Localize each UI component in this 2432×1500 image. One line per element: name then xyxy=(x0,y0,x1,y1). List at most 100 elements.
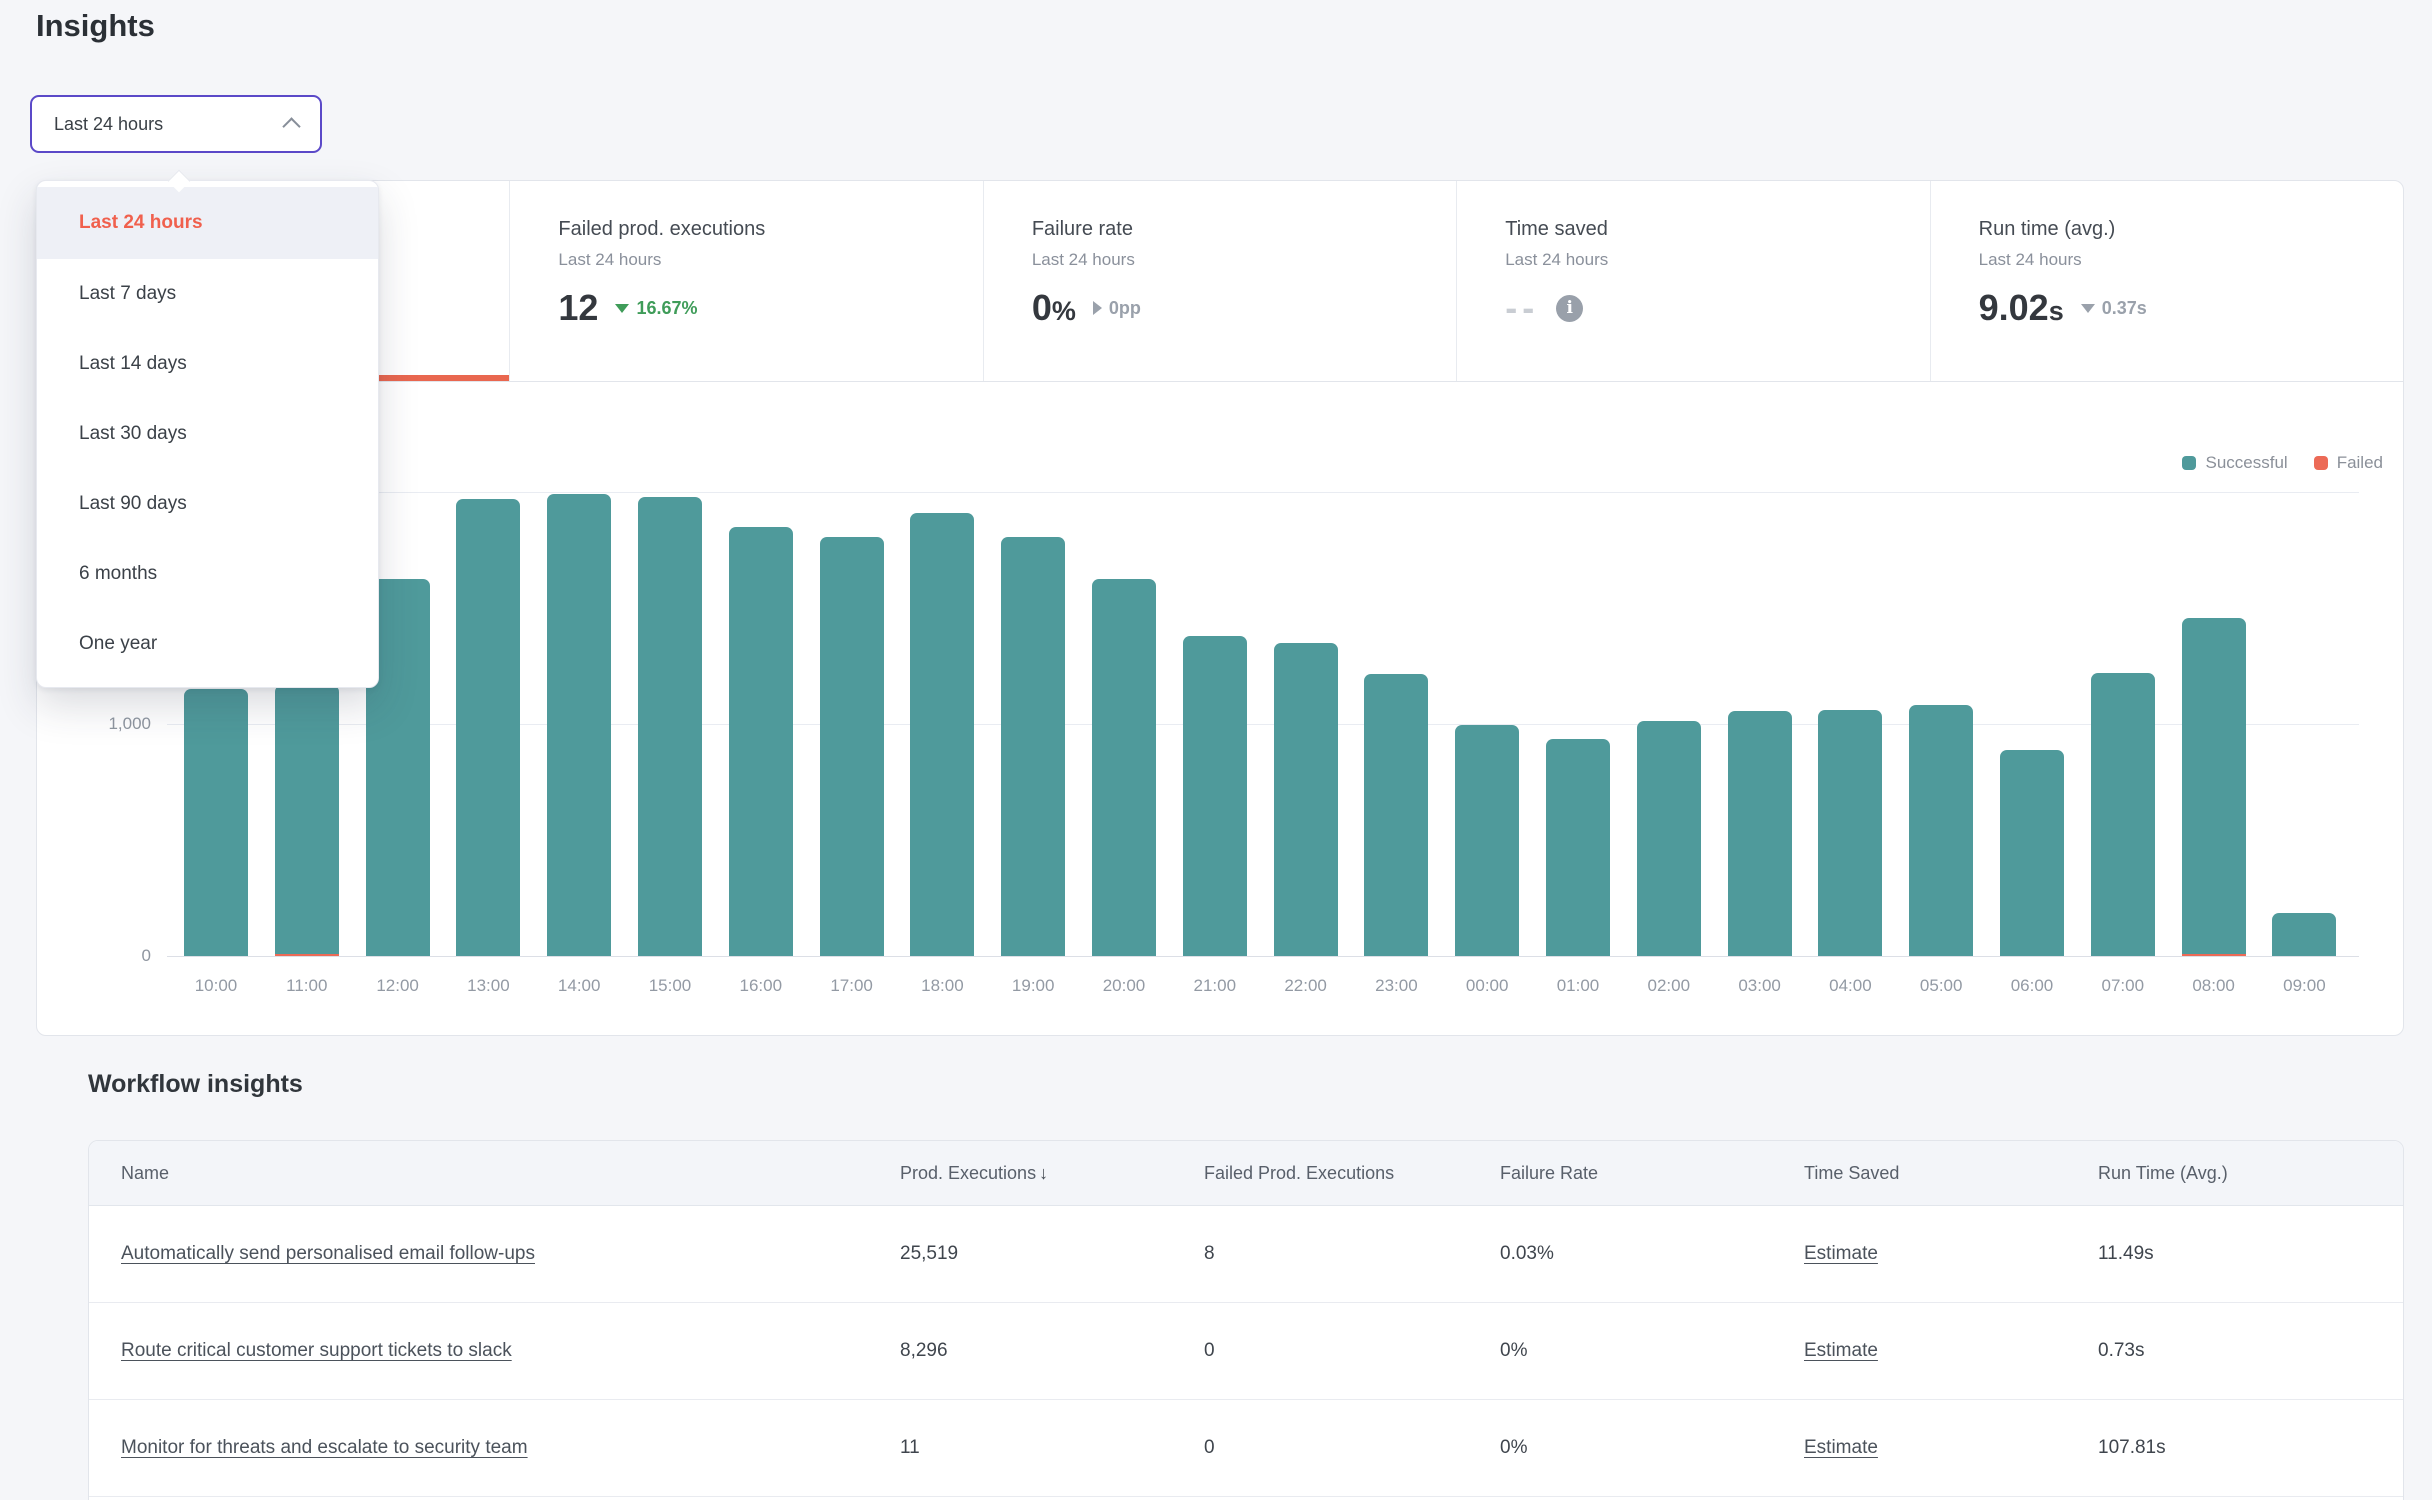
metric-title: Run time (avg.) xyxy=(1979,218,2403,241)
page-title: Insights xyxy=(36,8,155,44)
bar-00:00 xyxy=(1455,725,1519,956)
column-header-name[interactable]: Name xyxy=(121,1141,169,1205)
insights-panel: Failed prod. executionsLast 24 hours1216… xyxy=(36,180,2404,1036)
cell-failure-rate: 0.03% xyxy=(1500,1206,1554,1302)
metric-value-row: 0%0pp xyxy=(1032,287,1456,329)
bar-successful-segment xyxy=(1092,579,1156,956)
bar-23:00 xyxy=(1364,674,1428,956)
y-axis-tick: 0 xyxy=(57,946,151,966)
x-axis-tick: 12:00 xyxy=(353,976,443,996)
workflow-insights-heading: Workflow insights xyxy=(88,1070,303,1099)
workflow-name-link[interactable]: Monitor for threats and escalate to secu… xyxy=(121,1437,528,1459)
workflow-name-link[interactable]: Route critical customer support tickets … xyxy=(121,1340,512,1362)
estimate-link[interactable]: Estimate xyxy=(1804,1243,1878,1265)
estimate-link[interactable]: Estimate xyxy=(1804,1437,1878,1459)
bar-successful-segment xyxy=(820,537,884,956)
cell-name: Automatically send personalised email fo… xyxy=(121,1206,535,1302)
metric-delta-text: 0.37s xyxy=(2102,298,2147,319)
x-axis-tick: 16:00 xyxy=(716,976,806,996)
metric-delta-text: 16.67% xyxy=(636,298,697,319)
cell-run-time: 107.81s xyxy=(2098,1400,2166,1496)
metric-card-failure-rate[interactable]: Failure rateLast 24 hours0%0pp xyxy=(984,181,1457,381)
bar-09:00 xyxy=(2272,913,2336,956)
bar-successful-segment xyxy=(1546,739,1610,956)
metric-delta: 0pp xyxy=(1093,298,1141,319)
x-axis-tick: 23:00 xyxy=(1351,976,1441,996)
legend-item-successful[interactable]: Successful xyxy=(2182,453,2287,473)
metric-card-time-saved[interactable]: Time savedLast 24 hours--i xyxy=(1457,181,1930,381)
bar-16:00 xyxy=(729,527,793,956)
bar-06:00 xyxy=(2000,750,2064,956)
time-range-selected-value: Last 24 hours xyxy=(54,114,163,135)
metric-card-run-time-avg[interactable]: Run time (avg.)Last 24 hours9.02s0.37s xyxy=(1931,181,2403,381)
x-axis-tick: 08:00 xyxy=(2169,976,2259,996)
bar-01:00 xyxy=(1546,739,1610,956)
x-axis-tick: 18:00 xyxy=(897,976,987,996)
cell-prod-executions: 25,519 xyxy=(900,1206,958,1302)
bar-successful-segment xyxy=(1364,674,1428,956)
cell-prod-executions: 8,296 xyxy=(900,1303,948,1399)
column-header-time-saved[interactable]: Time Saved xyxy=(1804,1141,1899,1205)
bar-successful-segment xyxy=(456,499,520,956)
triangle-down-icon xyxy=(615,304,629,313)
menu-item-last-7-days[interactable]: Last 7 days xyxy=(37,259,378,329)
bar-successful-segment xyxy=(1818,710,1882,956)
x-axis-tick: 05:00 xyxy=(1896,976,1986,996)
metric-subtitle: Last 24 hours xyxy=(1979,250,2403,270)
legend-swatch-icon xyxy=(2314,456,2328,470)
workflow-name-link[interactable]: Automatically send personalised email fo… xyxy=(121,1243,535,1265)
bar-successful-segment xyxy=(1001,537,1065,956)
x-axis-tick: 21:00 xyxy=(1170,976,1260,996)
bar-20:00 xyxy=(1092,579,1156,956)
bar-successful-segment xyxy=(910,513,974,956)
metric-cards-row: Failed prod. executionsLast 24 hours1216… xyxy=(37,181,2403,382)
column-header-failure-rate[interactable]: Failure Rate xyxy=(1500,1141,1598,1205)
bar-07:00 xyxy=(2091,673,2155,956)
bar-21:00 xyxy=(1183,636,1247,956)
bar-successful-segment xyxy=(547,494,611,956)
chart-legend: Successful Failed xyxy=(2182,453,2383,473)
x-axis-tick: 01:00 xyxy=(1533,976,1623,996)
column-header-prod-executions[interactable]: Prod. Executions↓ xyxy=(900,1141,1048,1205)
cell-name: Monitor for threats and escalate to secu… xyxy=(121,1400,528,1496)
time-range-select[interactable]: Last 24 hours xyxy=(30,95,322,153)
bar-11:00 xyxy=(275,685,339,956)
bar-failed-segment xyxy=(2182,954,2246,956)
metric-delta: 16.67% xyxy=(615,298,697,319)
bar-successful-segment xyxy=(638,497,702,956)
column-header-failed-prod-executions[interactable]: Failed Prod. Executions xyxy=(1204,1141,1394,1205)
bar-08:00 xyxy=(2182,618,2246,956)
x-axis-tick: 00:00 xyxy=(1442,976,1532,996)
column-header-run-time-avg-[interactable]: Run Time (Avg.) xyxy=(2098,1141,2228,1205)
bar-failed-segment xyxy=(275,954,339,956)
bar-03:00 xyxy=(1728,711,1792,956)
info-icon[interactable]: i xyxy=(1556,295,1583,322)
metric-card-failed-prod-executions[interactable]: Failed prod. executionsLast 24 hours1216… xyxy=(510,181,983,381)
bar-successful-segment xyxy=(2182,618,2246,954)
bar-successful-segment xyxy=(1728,711,1792,956)
bar-15:00 xyxy=(638,497,702,956)
x-axis-tick: 14:00 xyxy=(534,976,624,996)
menu-item-last-24-hours[interactable]: Last 24 hours xyxy=(37,187,378,259)
legend-label: Failed xyxy=(2337,453,2383,473)
menu-item-last-30-days[interactable]: Last 30 days xyxy=(37,399,378,469)
menu-item-last-90-days[interactable]: Last 90 days xyxy=(37,469,378,539)
cell-time-saved: Estimate xyxy=(1804,1206,1878,1302)
menu-item-6-months[interactable]: 6 months xyxy=(37,539,378,609)
bar-successful-segment xyxy=(729,527,793,956)
table-row: Automatically send personalised email fo… xyxy=(89,1206,2403,1303)
triangle-right-icon xyxy=(1093,301,1102,315)
workflow-insights-table: Name Prod. Executions↓ Failed Prod. Execut… xyxy=(88,1140,2404,1500)
menu-item-last-14-days[interactable]: Last 14 days xyxy=(37,329,378,399)
menu-item-one-year[interactable]: One year xyxy=(37,609,378,679)
cell-failure-rate: 0% xyxy=(1500,1303,1527,1399)
bar-17:00 xyxy=(820,537,884,956)
time-range-menu: Last 24 hoursLast 7 daysLast 14 daysLast… xyxy=(36,180,379,688)
cell-time-saved: Estimate xyxy=(1804,1303,1878,1399)
metric-delta-text: 0pp xyxy=(1109,298,1141,319)
metric-value-suffix: % xyxy=(1052,296,1076,327)
legend-item-failed[interactable]: Failed xyxy=(2314,453,2383,473)
metric-subtitle: Last 24 hours xyxy=(558,250,982,270)
estimate-link[interactable]: Estimate xyxy=(1804,1340,1878,1362)
metric-title: Failure rate xyxy=(1032,218,1456,241)
